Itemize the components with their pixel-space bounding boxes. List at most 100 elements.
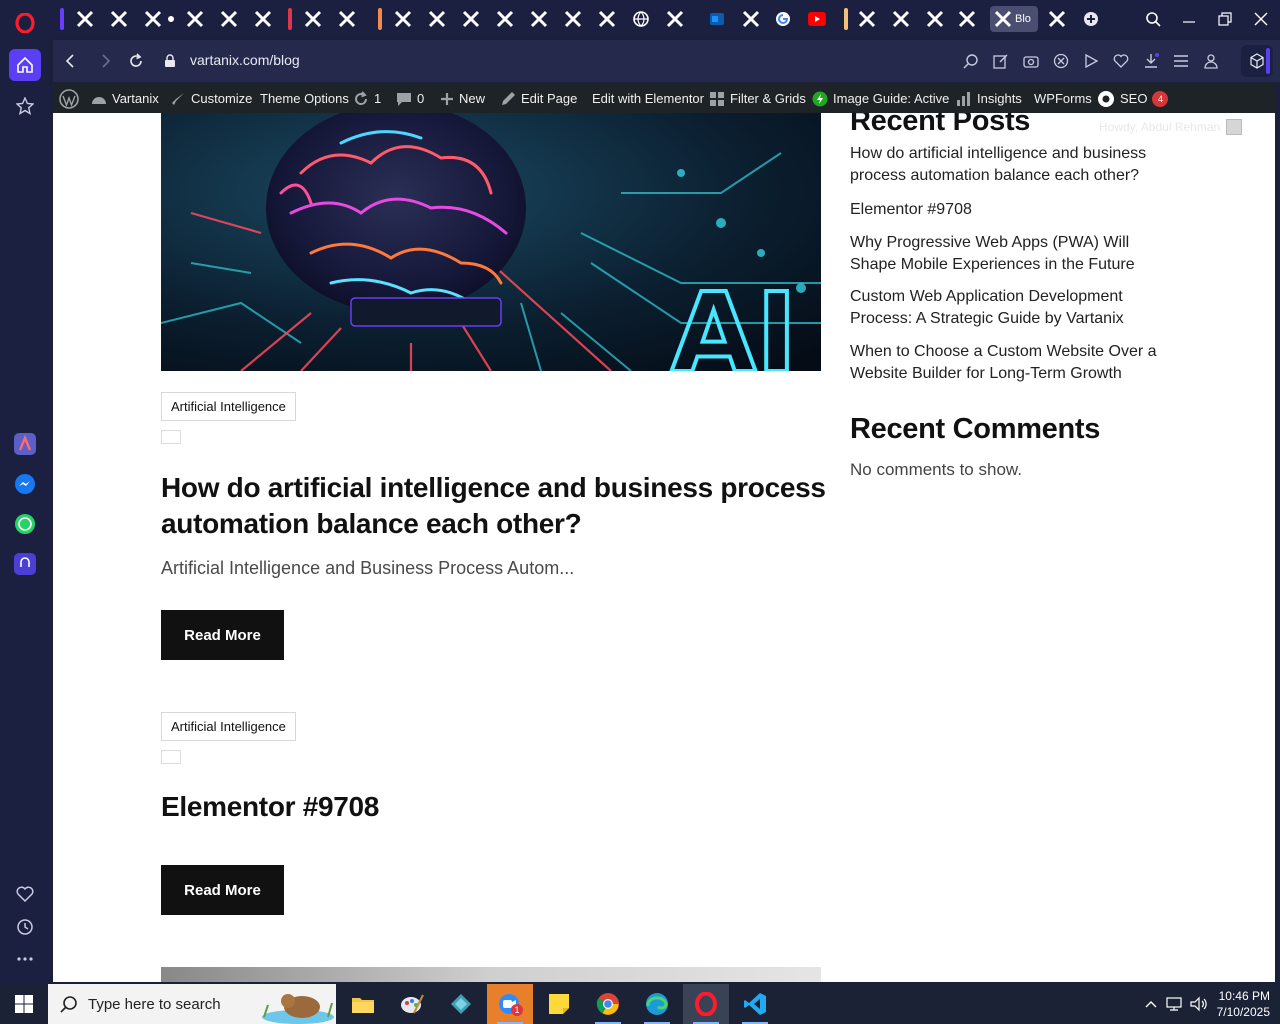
tab-youtube-icon[interactable] (802, 6, 832, 32)
home-icon[interactable] (9, 49, 41, 81)
wp-howdy-account[interactable]: Howdy, Abdul Rehman (1099, 119, 1243, 135)
wp-image-guide[interactable]: Image Guide: Active (812, 84, 949, 113)
post-excerpt: Artificial Intelligence and Business Pro… (161, 558, 575, 578)
tab-vartanix-4[interactable] (180, 6, 210, 32)
new-tab-button[interactable] (1076, 6, 1106, 32)
reload-icon[interactable] (125, 50, 147, 72)
wp-site-name[interactable]: Vartanix (91, 84, 159, 113)
sidebar-accent-bar (1266, 48, 1270, 74)
post-title[interactable]: How do artificial intelligence and busin… (161, 470, 831, 542)
zoom-app-icon[interactable]: 1 (487, 984, 533, 1024)
post-category-tag[interactable]: Artificial Intelligence (161, 392, 296, 421)
chrome-icon[interactable] (585, 984, 631, 1024)
music-player-icon[interactable] (9, 548, 41, 580)
tab-vartanix-13[interactable] (524, 6, 554, 32)
star-icon[interactable] (9, 90, 41, 122)
tab-vartanix-12[interactable] (490, 6, 520, 32)
zoom-badge: 1 (511, 1004, 523, 1016)
tab-vartanix-5[interactable] (214, 6, 244, 32)
url-field[interactable]: vartanix.com/blog (190, 52, 300, 68)
tab-outlook-icon[interactable] (702, 6, 732, 32)
wp-seo[interactable]: SEO 4 (1097, 84, 1169, 113)
tab-vartanix-1[interactable] (70, 6, 100, 32)
wp-edit-page[interactable]: Edit Page (500, 84, 577, 113)
wp-updates[interactable]: 1 (353, 84, 381, 113)
sticky-notes-icon[interactable] (536, 984, 582, 1024)
wp-comments[interactable]: 0 (396, 84, 424, 113)
post-title[interactable]: Elementor #9708 (161, 789, 831, 825)
windows-start-icon[interactable] (0, 984, 48, 1024)
download-icon[interactable] (1140, 50, 1162, 72)
aria-icon[interactable] (9, 428, 41, 460)
wp-filter-grids[interactable]: Filter & Grids (709, 84, 806, 113)
adblock-icon[interactable] (1050, 50, 1072, 72)
tab-search-icon[interactable] (1142, 8, 1164, 30)
whatsapp-icon[interactable] (9, 508, 41, 540)
wp-wpforms[interactable]: WPForms (1034, 84, 1092, 113)
tab-vartanix-22[interactable] (1042, 6, 1072, 32)
vscode-icon[interactable] (732, 984, 778, 1024)
paint-app-icon[interactable] (389, 984, 435, 1024)
tab-vartanix-20[interactable] (920, 6, 950, 32)
profile-icon[interactable] (1200, 50, 1222, 72)
show-hidden-icons-chevron-icon[interactable] (1141, 994, 1161, 1014)
history-icon[interactable] (9, 911, 41, 943)
heart-icon[interactable] (9, 878, 41, 910)
recent-post-link[interactable]: How do artificial intelligence and busin… (850, 143, 1170, 187)
edge-icon[interactable] (634, 984, 680, 1024)
tab-vartanix-17[interactable] (736, 6, 766, 32)
recent-post-link[interactable]: When to Choose a Custom Website Over a W… (850, 341, 1170, 385)
tab-vartanix-10[interactable] (422, 6, 452, 32)
tab-vartanix-11[interactable] (456, 6, 486, 32)
tab-vartanix-9[interactable] (388, 6, 418, 32)
tab-vartanix-21[interactable] (952, 6, 982, 32)
read-more-button[interactable]: Read More (161, 610, 284, 660)
back-icon[interactable] (59, 50, 81, 72)
read-more-button[interactable]: Read More (161, 865, 284, 915)
tab-vartanix-7[interactable] (298, 6, 328, 32)
tab-vartanix-6[interactable] (248, 6, 278, 32)
opera-taskbar-icon[interactable] (683, 984, 729, 1024)
bookmark-heart-icon[interactable] (1110, 50, 1132, 72)
recent-post-link[interactable]: Elementor #9708 (850, 199, 1170, 221)
network-icon[interactable] (1165, 994, 1185, 1014)
wp-edit-with-elementor[interactable]: Edit with Elementor (592, 84, 704, 113)
taskbar-clock[interactable]: 10:46 PM 7/10/2025 (1217, 988, 1270, 1020)
tab-vartanix-8[interactable] (332, 6, 362, 32)
tab-vartanix-16[interactable] (660, 6, 690, 32)
wp-theme-options[interactable]: Theme Options (260, 84, 349, 113)
opera-menu-icon[interactable] (8, 8, 42, 38)
next-post-image[interactable] (161, 967, 821, 982)
close-window-icon[interactable] (1250, 8, 1272, 30)
file-explorer-icon[interactable] (340, 984, 386, 1024)
tab-vartanix-18[interactable] (852, 6, 882, 32)
easy-setup-icon[interactable] (1170, 50, 1192, 72)
flow-icon[interactable] (1080, 50, 1102, 72)
tab-google-icon[interactable] (768, 6, 798, 32)
tab-vartanix-15[interactable] (592, 6, 622, 32)
taskbar-search-input[interactable]: Type here to search (48, 984, 336, 1024)
recent-post-link[interactable]: Why Progressive Web Apps (PWA) Will Shap… (850, 232, 1170, 276)
forward-icon[interactable] (95, 50, 117, 72)
more-icon[interactable] (9, 943, 41, 975)
restore-icon[interactable] (1214, 8, 1236, 30)
messenger-icon[interactable] (9, 468, 41, 500)
edit-icon[interactable] (990, 50, 1012, 72)
tab-vartanix-2[interactable] (104, 6, 134, 32)
wp-new[interactable]: New (440, 84, 485, 113)
recent-post-link[interactable]: Custom Web Application Development Proce… (850, 286, 1170, 330)
tab-vartanix-14[interactable] (558, 6, 588, 32)
tab-blog-active[interactable]: Blo (990, 6, 1038, 32)
minimize-icon[interactable] (1178, 8, 1200, 30)
wp-customize[interactable]: Customize (170, 84, 252, 113)
post-category-tag[interactable]: Artificial Intelligence (161, 712, 296, 741)
page-search-icon[interactable] (960, 50, 982, 72)
camera-icon[interactable] (1020, 50, 1042, 72)
app-diamond-icon[interactable] (438, 984, 484, 1024)
wp-insights[interactable]: Insights (956, 84, 1022, 113)
wordpress-logo-icon[interactable] (59, 84, 79, 113)
volume-icon[interactable] (1189, 994, 1209, 1014)
post-featured-image[interactable]: AI (161, 113, 821, 371)
tab-globe-icon[interactable] (626, 6, 656, 32)
tab-vartanix-19[interactable] (886, 6, 916, 32)
